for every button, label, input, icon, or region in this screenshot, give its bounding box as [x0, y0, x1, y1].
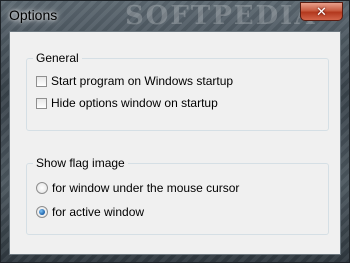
mouse-cursor-option[interactable]: for window under the mouse cursor	[36, 180, 239, 196]
title-bar[interactable]: Options SOFTPEDIA ✕	[1, 1, 349, 31]
hide-on-startup-option[interactable]: Hide options window on startup	[36, 95, 218, 111]
mouse-cursor-label: for window under the mouse cursor	[52, 181, 240, 195]
close-icon: ✕	[316, 3, 327, 19]
watermark-logo: SOFTPEDIA	[125, 1, 317, 31]
hide-on-startup-checkbox[interactable]	[36, 97, 47, 109]
hide-on-startup-label: Hide options window on startup	[51, 96, 218, 110]
general-group: General Start program on Windows startup…	[26, 51, 329, 131]
client-area: General Start program on Windows startup…	[9, 31, 341, 255]
general-group-title: General	[33, 51, 82, 65]
active-window-label: for active window	[52, 205, 145, 219]
start-on-startup-option[interactable]: Start program on Windows startup	[36, 73, 233, 89]
mouse-cursor-radio[interactable]	[36, 182, 48, 194]
flag-image-group-title: Show flag image	[33, 156, 128, 170]
options-window: Options SOFTPEDIA ✕ General Start progra…	[0, 0, 350, 263]
start-on-startup-checkbox[interactable]	[36, 75, 47, 87]
start-on-startup-label: Start program on Windows startup	[51, 74, 234, 88]
active-window-option[interactable]: for active window	[36, 204, 144, 220]
close-button[interactable]: ✕	[300, 2, 343, 21]
active-window-radio[interactable]	[36, 206, 48, 218]
flag-image-group: Show flag image for window under the mou…	[26, 156, 329, 235]
window-title: Options	[9, 7, 58, 23]
